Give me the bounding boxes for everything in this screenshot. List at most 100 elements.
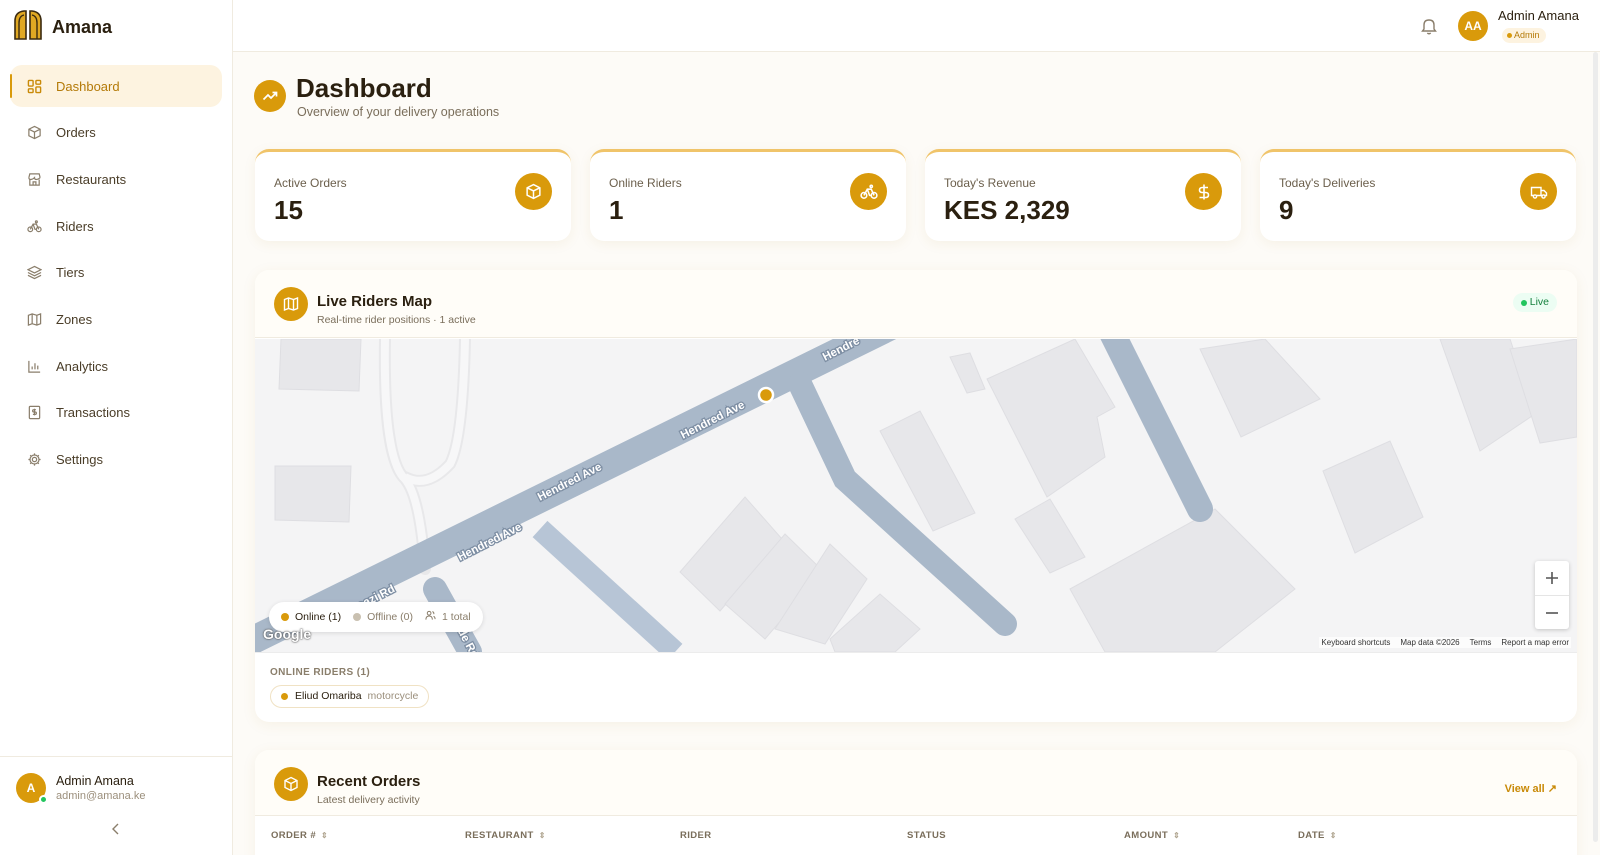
- plus-icon: [1545, 565, 1559, 591]
- package-icon: [274, 767, 308, 801]
- user-name: Admin Amana: [56, 774, 134, 788]
- rider-vehicle: motorcycle: [367, 690, 419, 702]
- collapse-sidebar-button[interactable]: [108, 823, 124, 839]
- brand[interactable]: Amana: [12, 9, 112, 46]
- map-card-header: Live Riders Map Real-time rider position…: [255, 270, 1577, 338]
- live-badge: Live: [1512, 293, 1557, 312]
- offline-dot: [353, 613, 362, 621]
- zoom-out-button[interactable]: [1535, 595, 1569, 629]
- brand-name: Amana: [52, 17, 113, 37]
- stat-value: 9: [1279, 195, 1294, 225]
- map-icon: [274, 287, 308, 321]
- map-data-text: Map data ©2026: [1400, 638, 1460, 647]
- stat-value: 15: [274, 195, 303, 225]
- sidebar-item-analytics[interactable]: Analytics: [10, 345, 222, 387]
- stat-label: Online Riders: [609, 176, 682, 190]
- sort-icon: ⇕: [1329, 831, 1337, 840]
- user-email: admin@amana.ke: [56, 790, 146, 802]
- receipt-icon: [26, 405, 42, 421]
- terms-link[interactable]: Terms: [1470, 638, 1492, 647]
- legend-total: 1 total: [425, 610, 471, 624]
- truck-icon: [1520, 173, 1557, 210]
- sidebar-footer: A Admin Amana admin@amana.ke: [0, 756, 233, 855]
- stat-card-active-orders: Active Orders 15: [255, 149, 571, 241]
- stat-card-revenue: Today's Revenue KES 2,329: [925, 149, 1241, 241]
- orders-card-header: Recent Orders Latest delivery activity V…: [255, 750, 1577, 816]
- legend-offline-label: Offline (0): [367, 611, 414, 623]
- page-subtitle: Overview of your delivery operations: [297, 105, 500, 119]
- column-label: RIDER: [680, 830, 712, 841]
- online-status-dot: [39, 795, 48, 804]
- zoom-in-button[interactable]: [1535, 561, 1569, 595]
- column-header-rider: RIDER: [680, 830, 712, 841]
- rider-marker: [757, 386, 775, 404]
- rider-name: Eliud Omariba: [295, 690, 362, 702]
- column-label: RESTAURANT: [465, 830, 534, 841]
- sidebar-item-transactions[interactable]: Transactions: [10, 392, 222, 434]
- sidebar-item-riders[interactable]: Riders: [10, 205, 222, 247]
- rider-chip[interactable]: Eliud Omariba motorcycle: [270, 685, 430, 708]
- view-all-link[interactable]: View all ↗: [1505, 782, 1557, 795]
- sidebar-item-label: Settings: [56, 452, 103, 467]
- live-riders-map-card: Live Riders Map Real-time rider position…: [255, 270, 1577, 722]
- orders-title: Recent Orders: [317, 773, 421, 790]
- dollar-icon: [1185, 173, 1222, 210]
- sidebar-item-zones[interactable]: Zones: [10, 298, 222, 340]
- column-label: ORDER #: [271, 830, 317, 841]
- avatar-initials: AA: [1464, 19, 1482, 33]
- sort-icon: ⇕: [538, 831, 546, 840]
- keyboard-shortcuts-link[interactable]: Keyboard shortcuts: [1321, 638, 1390, 647]
- gear-icon: [26, 452, 42, 468]
- sort-icon: ⇕: [321, 831, 329, 840]
- map-canvas[interactable]: Hendred Ave Hendred Ave Hendred Ave Mbaa…: [255, 339, 1577, 652]
- sidebar-item-label: Dashboard: [56, 78, 120, 94]
- layers-icon: [26, 265, 42, 281]
- stat-value: 1: [609, 195, 624, 225]
- bell-icon[interactable]: [1421, 17, 1437, 40]
- package-icon: [26, 125, 42, 141]
- legend-total-label: 1 total: [442, 611, 471, 623]
- stat-label: Active Orders: [274, 176, 347, 190]
- orders-subtitle: Latest delivery activity: [317, 794, 420, 806]
- users-icon: [425, 610, 436, 624]
- sidebar-item-settings[interactable]: Settings: [10, 439, 222, 481]
- stat-label: Today's Revenue: [944, 176, 1036, 190]
- column-label: AMOUNT: [1124, 830, 1169, 841]
- amana-logo-icon: [12, 9, 44, 46]
- sidebar-item-orders[interactable]: Orders: [10, 112, 222, 154]
- sidebar: Amana Dashboard Orders Restaurants Rider…: [0, 0, 233, 855]
- sidebar-item-dashboard[interactable]: Dashboard: [10, 65, 222, 107]
- map-subtitle: Real-time rider positions · 1 active: [317, 314, 476, 326]
- stat-label: Today's Deliveries: [1279, 176, 1376, 190]
- dashboard-icon: [26, 78, 42, 94]
- scrollbar[interactable]: [1593, 52, 1598, 842]
- sidebar-item-label: Tiers: [56, 265, 85, 281]
- zoom-controls: [1535, 561, 1569, 629]
- column-header-restaurant[interactable]: RESTAURANT ⇕: [465, 830, 546, 841]
- recent-orders-card: Recent Orders Latest delivery activity V…: [255, 750, 1577, 855]
- sidebar-item-restaurants[interactable]: Restaurants: [10, 158, 222, 200]
- sidebar-item-label: Orders: [56, 125, 96, 141]
- report-error-link[interactable]: Report a map error: [1501, 638, 1569, 647]
- sidebar-item-label: Restaurants: [56, 171, 127, 187]
- online-riders-section: ONLINE RIDERS (1) Eliud Omariba motorcycl…: [255, 652, 1577, 722]
- chevron-left-icon: [111, 822, 121, 840]
- trending-up-icon: [254, 80, 286, 112]
- column-header-amount[interactable]: AMOUNT ⇕: [1124, 830, 1180, 841]
- legend-offline: Offline (0): [353, 611, 413, 623]
- topbar: AA Admin Amana Admin: [233, 0, 1600, 52]
- map-attribution: Keyboard shortcuts Map data ©2026 Terms …: [1319, 637, 1571, 648]
- column-label: DATE: [1298, 830, 1325, 841]
- column-header-date[interactable]: DATE ⇕: [1298, 830, 1337, 841]
- page-title: Dashboard: [296, 73, 432, 103]
- legend-online-label: Online (1): [295, 611, 342, 623]
- avatar[interactable]: AA: [1458, 11, 1488, 41]
- avatar: A: [16, 773, 48, 804]
- column-header-order[interactable]: ORDER # ⇕: [271, 830, 328, 841]
- sidebar-item-tiers[interactable]: Tiers: [10, 252, 222, 294]
- minus-icon: [1545, 600, 1559, 626]
- column-header-status: STATUS: [907, 830, 946, 841]
- package-icon: [515, 173, 552, 210]
- sort-icon: ⇕: [1173, 831, 1181, 840]
- sidebar-user[interactable]: A Admin Amana admin@amana.ke: [16, 773, 146, 804]
